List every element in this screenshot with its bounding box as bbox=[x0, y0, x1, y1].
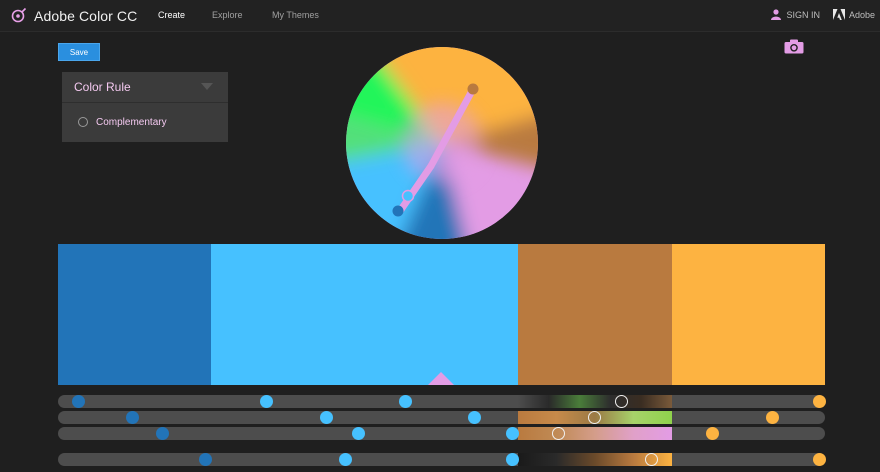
slider-knob-light-blue[interactable] bbox=[399, 395, 412, 408]
nav-my-themes[interactable]: My Themes bbox=[272, 10, 319, 20]
color-wheel-icon bbox=[11, 7, 27, 23]
swatch-4[interactable] bbox=[672, 244, 825, 385]
app-logo[interactable]: Adobe Color CC bbox=[10, 7, 137, 25]
color-rule-label: Color Rule bbox=[74, 80, 131, 94]
adobe-label: Adobe bbox=[848, 9, 875, 20]
slider-knob-orange[interactable] bbox=[706, 427, 719, 440]
slider-knob-orange[interactable] bbox=[766, 411, 779, 424]
slider-knob-light-blue[interactable] bbox=[320, 411, 333, 424]
wheel-handle-blue[interactable] bbox=[392, 205, 404, 217]
slider-knob-light-blue[interactable] bbox=[339, 453, 352, 466]
slider-track-2[interactable] bbox=[58, 411, 825, 424]
save-button[interactable]: Save bbox=[58, 43, 100, 61]
nav-create[interactable]: Create bbox=[158, 10, 185, 20]
nav-explore[interactable]: Explore bbox=[212, 10, 243, 20]
slider-knob-light-blue[interactable] bbox=[506, 453, 519, 466]
selected-swatch-indicator bbox=[428, 372, 454, 385]
swatch-2[interactable] bbox=[211, 244, 518, 385]
rule-option-label: Complementary bbox=[96, 116, 167, 128]
slider-knob-light-blue[interactable] bbox=[260, 395, 273, 408]
slider-track-4[interactable] bbox=[58, 453, 825, 466]
radio-button[interactable] bbox=[78, 117, 88, 127]
slider-knob-blue[interactable] bbox=[199, 453, 212, 466]
slider-knob-light-blue[interactable] bbox=[352, 427, 365, 440]
swatch-3[interactable] bbox=[518, 244, 672, 385]
slider-knob-brown[interactable] bbox=[552, 427, 565, 440]
slider-knob-orange[interactable] bbox=[813, 395, 826, 408]
rule-option-complementary[interactable]: Complementary bbox=[62, 103, 228, 141]
slider-track-1[interactable] bbox=[58, 395, 825, 408]
color-rule-dropdown[interactable]: Color Rule bbox=[62, 72, 228, 103]
adobe-link[interactable]: Adobe bbox=[832, 9, 875, 20]
top-bar: Adobe Color CC Create Explore My Themes … bbox=[0, 0, 880, 32]
slider-knob-light-blue[interactable] bbox=[468, 411, 481, 424]
sign-in-link[interactable]: SIGN IN bbox=[771, 9, 820, 20]
slider-knob-brown[interactable] bbox=[588, 411, 601, 424]
slider-knob-brown[interactable] bbox=[615, 395, 628, 408]
slider-knob-brown[interactable] bbox=[645, 453, 658, 466]
sign-in-label: SIGN IN bbox=[786, 9, 820, 20]
swatch-1[interactable] bbox=[58, 244, 211, 385]
color-rule-panel: Color Rule Complementary bbox=[62, 72, 228, 142]
slider-knob-blue[interactable] bbox=[156, 427, 169, 440]
camera-icon[interactable] bbox=[784, 39, 804, 54]
wheel-handle-light-blue[interactable] bbox=[401, 189, 415, 203]
slider-knob-blue[interactable] bbox=[72, 395, 85, 408]
slider-knob-light-blue[interactable] bbox=[506, 427, 519, 440]
adobe-logo-icon bbox=[832, 9, 845, 20]
app-title: Adobe Color CC bbox=[34, 8, 138, 24]
slider-knob-orange[interactable] bbox=[813, 453, 826, 466]
user-icon bbox=[771, 9, 782, 20]
chevron-down-icon bbox=[201, 83, 213, 90]
slider-knob-blue[interactable] bbox=[126, 411, 139, 424]
color-wheel[interactable] bbox=[345, 46, 539, 240]
wheel-handle-brown[interactable] bbox=[467, 83, 479, 95]
